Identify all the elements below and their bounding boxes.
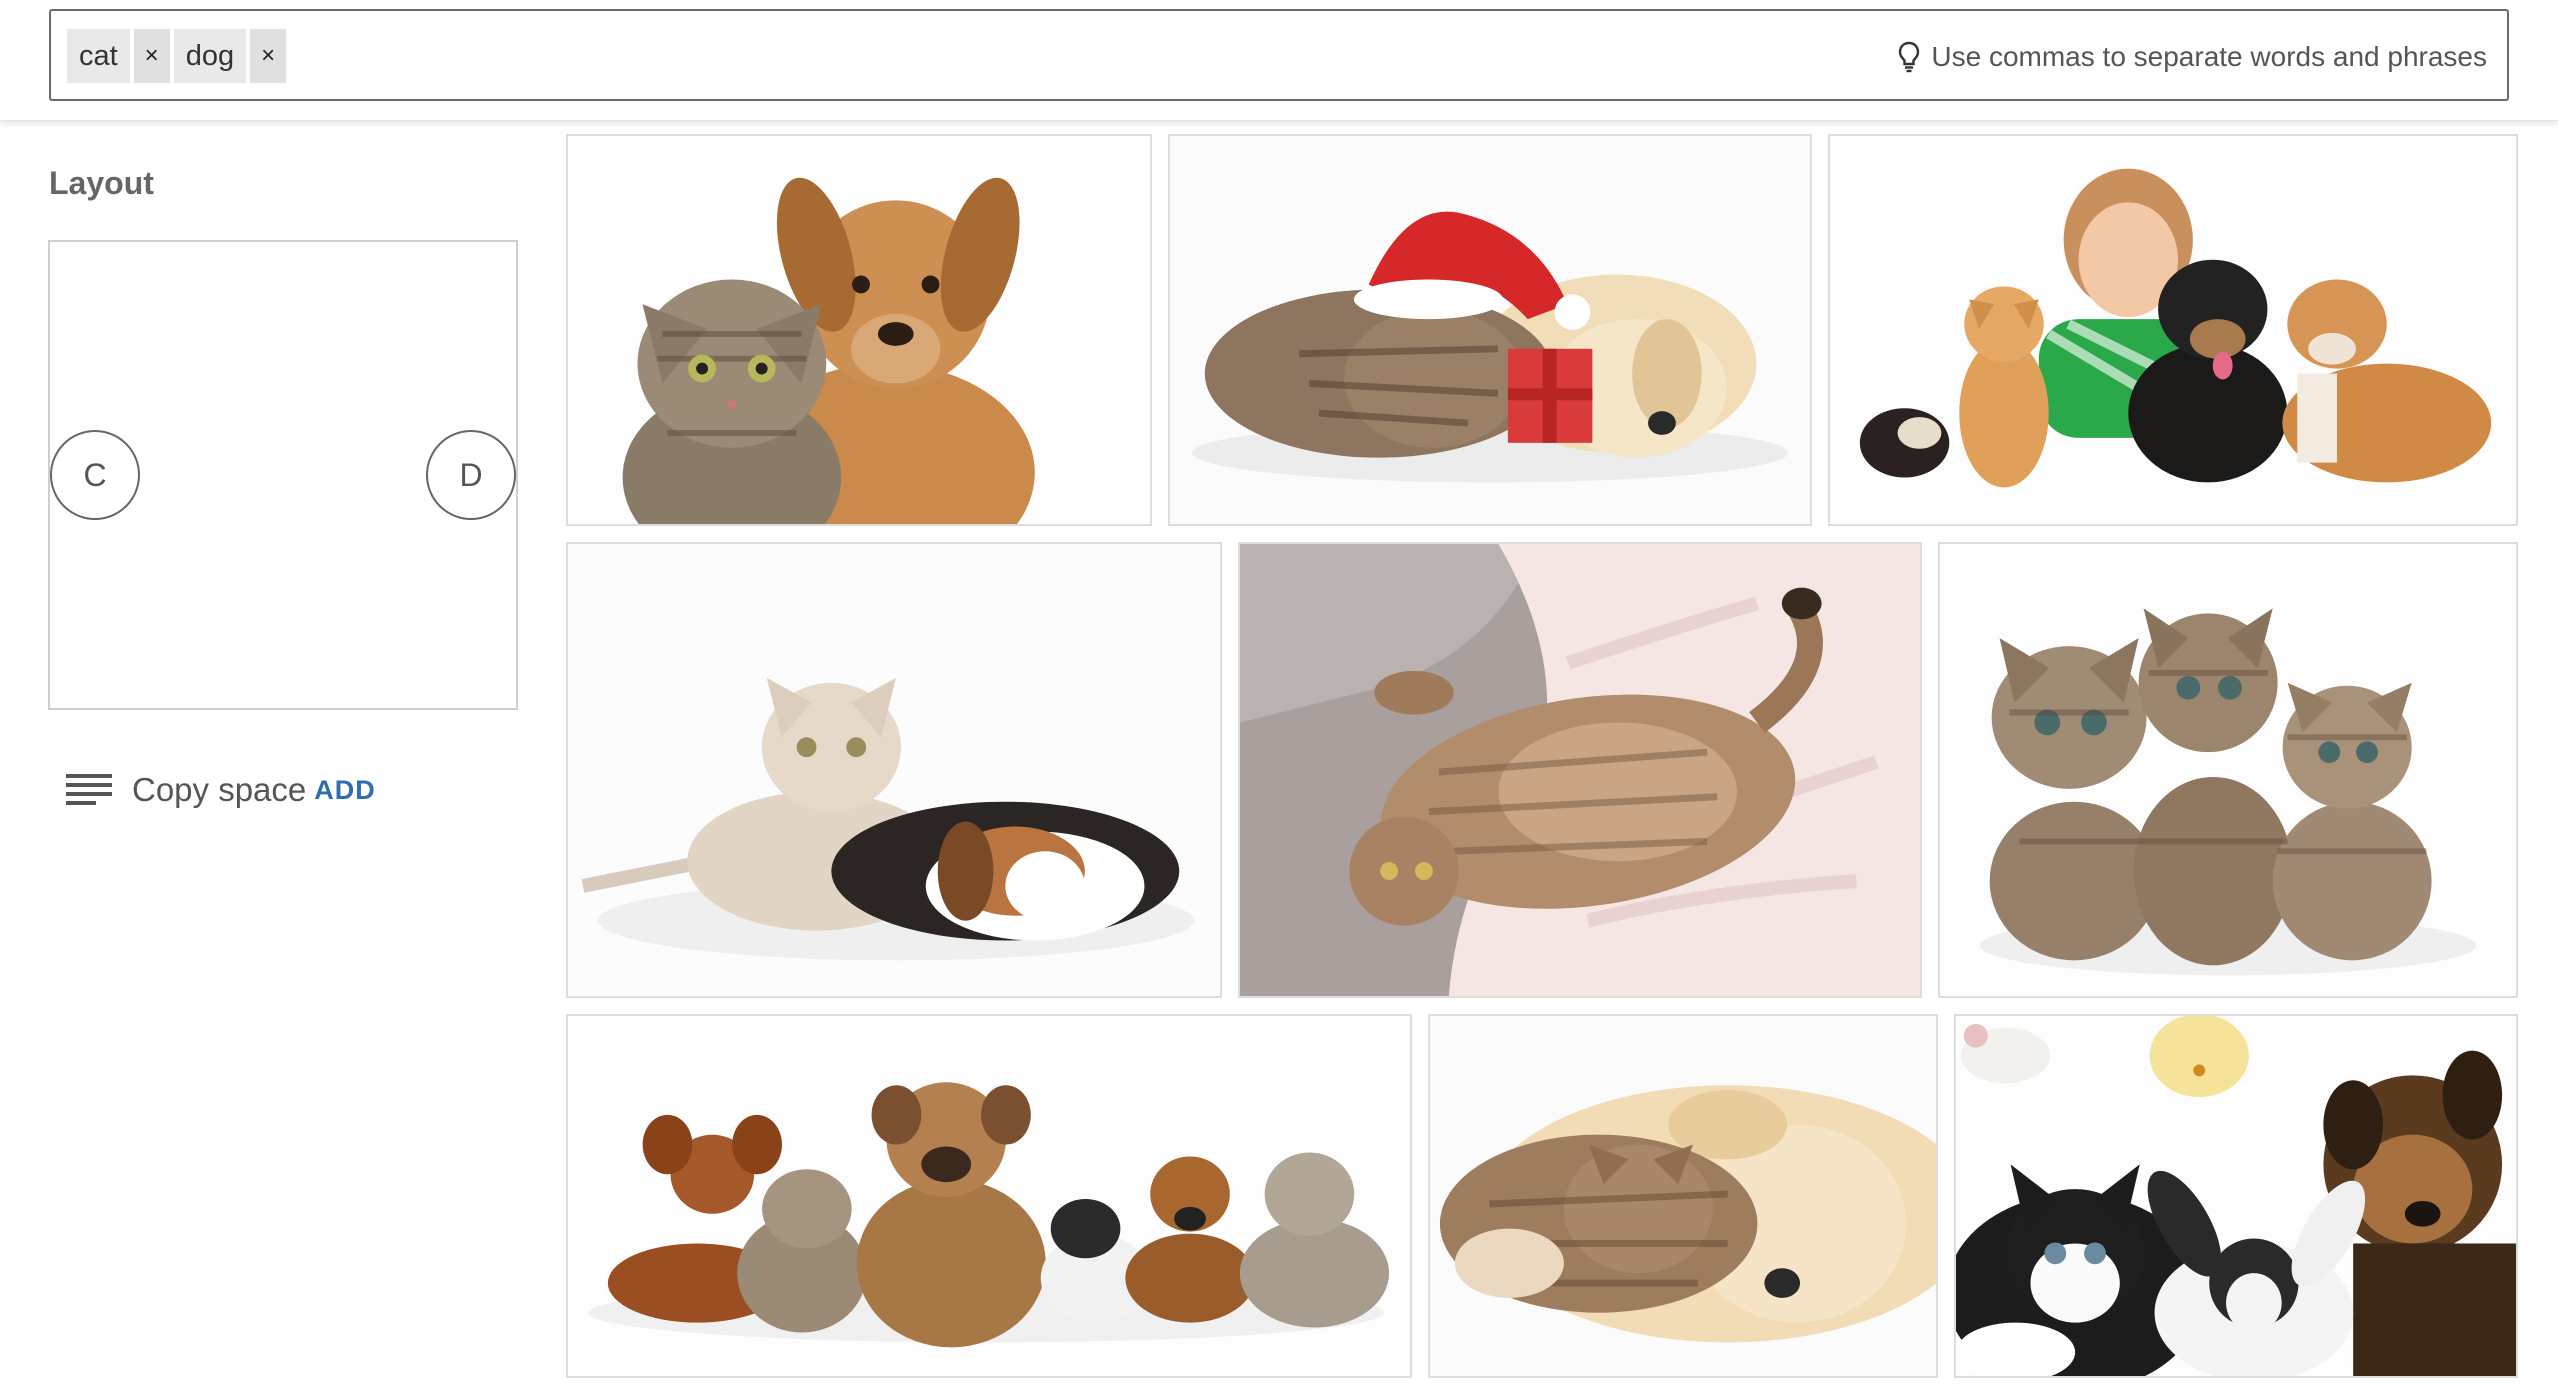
copy-space-add-button[interactable]: ADD <box>314 775 376 806</box>
sleeping-pets-christmas-photo <box>1170 136 1810 524</box>
kitten-puppy-photo <box>568 136 1150 524</box>
layout-handle-d[interactable]: D <box>426 430 516 520</box>
row-of-dogs-and-cats-photo <box>568 1016 1410 1376</box>
remove-tag-cat-button[interactable]: × <box>133 29 170 83</box>
copy-space-row: Copy space ADD <box>66 765 376 815</box>
search-tag-cat: cat × <box>67 29 170 83</box>
remove-tag-dog-button[interactable]: × <box>250 29 287 83</box>
image-result[interactable] <box>1168 134 1812 526</box>
search-tag-dog: dog × <box>173 29 287 83</box>
image-result[interactable] <box>1828 134 2518 526</box>
image-result[interactable] <box>566 134 1152 526</box>
image-result[interactable] <box>566 1014 1412 1378</box>
tag-search-field[interactable]: cat × dog × Use commas to separate words… <box>49 9 2509 101</box>
kitten-and-basset-photo <box>568 544 1220 996</box>
image-result[interactable] <box>1954 1014 2518 1378</box>
layout-heading: Layout <box>49 165 154 201</box>
search-input[interactable] <box>341 31 1845 83</box>
hint-text: Use commas to separate words and phrases <box>1931 41 2487 72</box>
copy-space-label: Copy space <box>132 771 307 808</box>
text-align-icon <box>66 774 112 805</box>
layout-handle-c[interactable]: C <box>50 430 140 520</box>
layout-canvas[interactable]: C D <box>48 240 518 710</box>
tag-list: cat × dog × <box>67 29 287 83</box>
image-result[interactable] <box>1428 1014 1938 1378</box>
lightbulb-icon <box>1899 41 1920 73</box>
tag-label: dog <box>173 29 247 83</box>
tag-label: cat <box>67 29 130 83</box>
girl-with-pets-photo <box>1830 136 2516 524</box>
search-bar: cat × dog × Use commas to separate words… <box>0 0 2558 121</box>
three-kittens-photo <box>1940 544 2516 996</box>
cat-on-blanket-photo <box>1240 544 1920 996</box>
kitten-puppy-rabbit-photo <box>1956 1016 2516 1376</box>
search-hint: Use commas to separate words and phrases <box>1897 33 2487 81</box>
image-result[interactable] <box>566 542 1222 998</box>
image-result[interactable] <box>1938 542 2518 998</box>
kitten-sleeping-on-puppy-photo <box>1430 1016 1936 1376</box>
image-result[interactable] <box>1238 542 1922 998</box>
